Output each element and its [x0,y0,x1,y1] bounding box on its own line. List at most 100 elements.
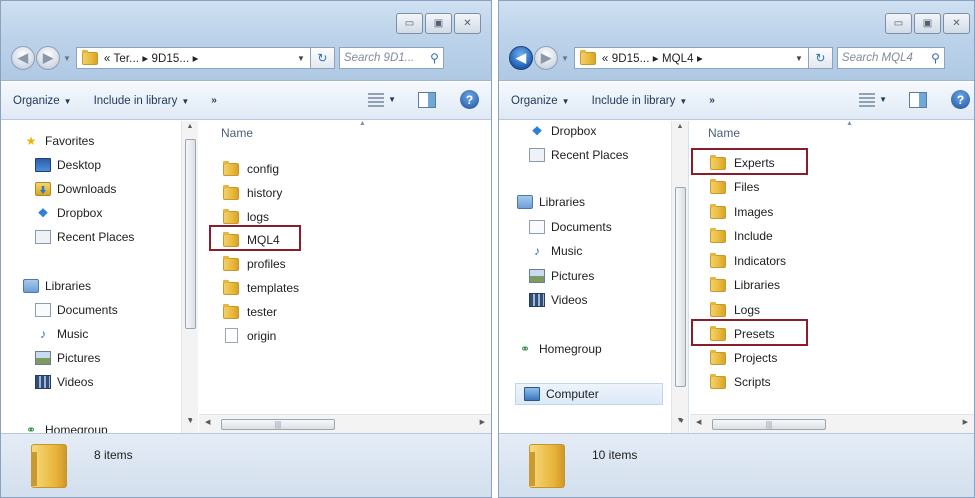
documents-icon [35,303,51,317]
scroll-thumb[interactable]: ||| [221,419,335,430]
preview-pane-icon[interactable] [418,91,436,108]
nav-homegroup[interactable]: ⚭ Homegroup [23,423,108,433]
list-item[interactable]: Indicators [710,252,786,268]
views-icon[interactable] [859,92,876,107]
organize-menu[interactable]: Organize ▼ [13,95,72,107]
folder-icon [223,279,239,295]
search-icon[interactable]: ⚲ [931,51,940,65]
address-dropdown-icon[interactable]: ▼ [297,54,305,63]
views-dropdown-icon[interactable]: ▼ [388,95,396,104]
nav-documents[interactable]: Documents [35,303,118,317]
maximize-button[interactable]: ▣ [425,13,452,34]
nav-videos[interactable]: Videos [529,293,587,307]
address-bar[interactable]: « Ter... ▸ 9D15... ▸ ▼ [75,47,311,69]
nav-vertical-scrollbar[interactable]: ▲ ▼ [181,121,198,433]
dropbox-icon: ❖ [531,124,543,138]
recent-pages-dropdown[interactable]: ▼ [63,54,71,63]
search-icon[interactable]: ⚲ [430,51,439,65]
scroll-left-icon[interactable]: ◀ [696,418,701,426]
list-item[interactable]: Files [710,178,759,194]
downloads-icon [35,182,51,196]
views-dropdown-icon[interactable]: ▼ [879,95,887,104]
scroll-right-icon[interactable]: ▶ [963,418,968,426]
list-item[interactable]: history [223,184,282,200]
nav-dropbox[interactable]: ❖ Dropbox [35,206,103,220]
scroll-up-icon[interactable]: ▲ [672,123,688,137]
search-box[interactable]: Search 9D1... ⚲ [338,47,444,69]
list-item[interactable]: logs [223,208,269,224]
list-item[interactable]: profiles [223,255,286,271]
list-item[interactable]: Scripts [710,373,771,389]
list-item[interactable]: templates [223,279,299,295]
search-box[interactable]: Search MQL4 ⚲ [836,47,945,69]
address-bar[interactable]: « 9D15... ▸ MQL4 ▸ ▼ [573,47,809,69]
scroll-down-icon[interactable]: ▼ [187,418,194,425]
refresh-button[interactable]: ↻ [310,47,335,69]
scroll-thumb[interactable]: ||| [712,419,826,430]
nav-music[interactable]: ♪ Music [35,327,88,341]
minimize-button[interactable]: ▭ [885,13,912,34]
back-button[interactable]: ◀ [509,46,533,70]
forward-button[interactable]: ▶ [534,46,558,70]
nav-homegroup[interactable]: ⚭ Homegroup [517,342,602,356]
scroll-down-icon[interactable]: ▼ [678,418,685,425]
include-in-library-menu[interactable]: Include in library ▼ [592,95,688,107]
list-item[interactable]: tester [223,303,277,319]
views-icon[interactable] [368,92,385,107]
nav-desktop[interactable]: Desktop [35,158,101,172]
nav-music[interactable]: ♪ Music [529,244,582,258]
file-list: Name ▲ config history logs MQL4 profiles… [199,121,491,414]
nav-downloads[interactable]: Downloads [35,182,116,196]
nav-libraries[interactable]: Libraries [23,279,91,293]
scroll-thumb[interactable] [675,187,686,387]
scroll-right-icon[interactable]: ▶ [480,418,485,426]
nav-computer[interactable]: Computer [515,383,663,405]
close-button[interactable]: ✕ [454,13,481,34]
list-item[interactable]: Include [710,227,773,243]
nav-pictures[interactable]: Pictures [35,351,100,365]
item-count: 8 items [94,448,133,462]
address-dropdown-icon[interactable]: ▼ [795,54,803,63]
recent-pages-dropdown[interactable]: ▼ [561,54,569,63]
more-commands-button[interactable]: » [211,95,217,106]
list-item[interactable]: origin [223,328,276,343]
close-button[interactable]: ✕ [943,13,970,34]
folder-icon [579,49,596,65]
minimize-button[interactable]: ▭ [396,13,423,34]
nav-dropbox[interactable]: ❖ Dropbox [529,124,597,138]
back-button[interactable]: ◀ [11,46,35,70]
scroll-left-icon[interactable]: ◀ [205,418,210,426]
refresh-button[interactable]: ↻ [808,47,833,69]
nav-recent-places[interactable]: Recent Places [529,148,628,162]
list-item[interactable]: config [223,160,279,176]
more-commands-button[interactable]: » [709,95,715,106]
column-header-name[interactable]: Name [221,126,253,140]
chevron-down-icon: ▼ [561,96,570,106]
list-item[interactable]: Images [710,203,773,219]
pictures-icon [35,351,51,365]
nav-recent-places[interactable]: Recent Places [35,230,134,244]
preview-pane-icon[interactable] [909,91,927,108]
nav-pictures[interactable]: Pictures [529,269,594,283]
help-icon[interactable]: ? [951,90,970,109]
nav-vertical-scrollbar[interactable]: ▲ ▼ [671,121,688,433]
include-in-library-menu[interactable]: Include in library ▼ [94,95,190,107]
list-item[interactable]: Logs [710,301,760,317]
list-item[interactable]: Projects [710,349,777,365]
organize-menu[interactable]: Organize ▼ [511,95,570,107]
horizontal-scrollbar[interactable]: ▼ ◀ ||| ▶ [678,414,974,433]
list-item[interactable]: Libraries [710,276,780,292]
nav-videos[interactable]: Videos [35,375,93,389]
scroll-thumb[interactable] [185,139,196,329]
nav-documents[interactable]: Documents [529,220,612,234]
command-bar: Organize ▼ Include in library ▼ » ▼ ? [1,82,491,120]
dropbox-icon: ❖ [37,206,49,220]
column-header-name[interactable]: Name [708,126,740,140]
horizontal-scrollbar[interactable]: ▼ ◀ ||| ▶ [187,414,491,433]
help-icon[interactable]: ? [460,90,479,109]
forward-button[interactable]: ▶ [36,46,60,70]
scroll-up-icon[interactable]: ▲ [182,123,198,137]
nav-libraries[interactable]: Libraries [517,195,585,209]
maximize-button[interactable]: ▣ [914,13,941,34]
nav-favorites[interactable]: ★ Favorites [23,134,95,148]
